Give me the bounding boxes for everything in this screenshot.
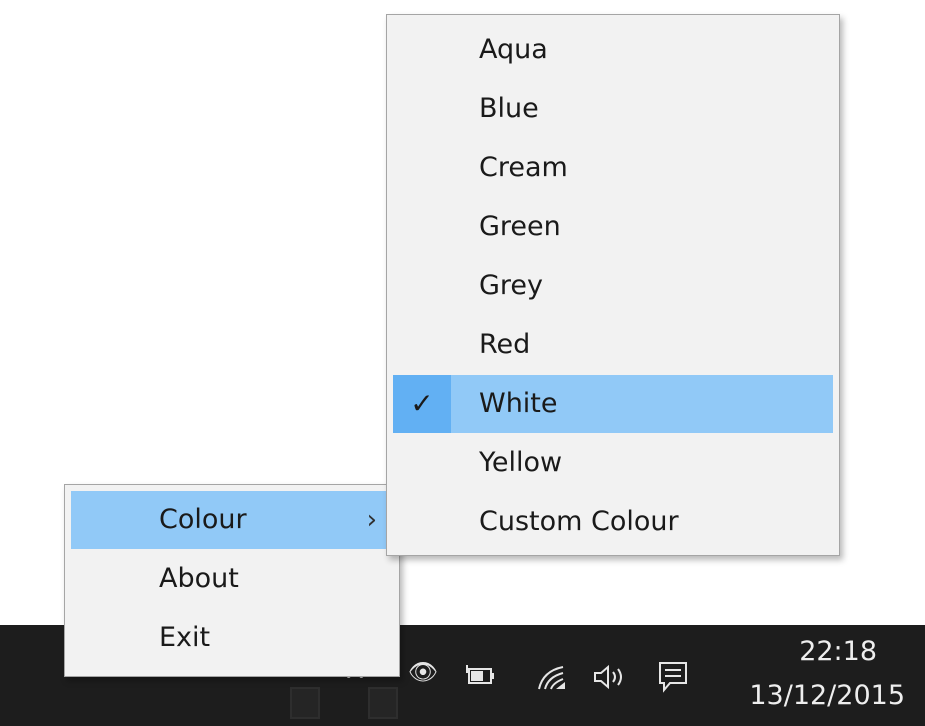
colour-option-custom[interactable]: Custom Colour [393, 493, 833, 551]
colour-option-label: Green [479, 211, 561, 242]
volume-icon[interactable] [592, 663, 628, 698]
menu-item-exit[interactable]: Exit [71, 609, 393, 667]
clock-time: 22:18 [799, 636, 877, 667]
menu-item-label: Colour [159, 504, 247, 535]
colour-option-label: Yellow [479, 447, 563, 478]
checkmark-icon: ✓ [393, 375, 451, 433]
battery-power-icon[interactable] [463, 663, 497, 696]
action-center-icon[interactable] [656, 661, 690, 700]
colour-option-red[interactable]: Red [393, 316, 833, 374]
colour-option-grey[interactable]: Grey [393, 257, 833, 315]
colour-option-aqua[interactable]: Aqua [393, 21, 833, 79]
clock-date: 13/12/2015 [749, 680, 905, 711]
colour-option-label: Custom Colour [479, 506, 679, 537]
taskbar-app-ghost [290, 687, 320, 719]
colour-option-label: White [479, 388, 558, 419]
tray-context-menu: Colour › About Exit [64, 484, 400, 677]
taskbar-app-ghost [368, 687, 398, 719]
desktop: ^ 👁 22:18 13/12/2015 Colour › About Exit… [0, 0, 925, 726]
colour-option-label: Blue [479, 93, 539, 124]
eye-icon[interactable]: 👁 [404, 657, 442, 687]
menu-item-about[interactable]: About [71, 550, 393, 608]
colour-option-green[interactable]: Green [393, 198, 833, 256]
colour-option-cream[interactable]: Cream [393, 139, 833, 197]
colour-option-label: Grey [479, 270, 544, 301]
wifi-icon[interactable] [534, 663, 570, 698]
colour-option-yellow[interactable]: Yellow [393, 434, 833, 492]
menu-item-label: Exit [159, 622, 211, 653]
colour-option-label: Aqua [479, 34, 548, 65]
taskbar-clock[interactable]: 22:18 13/12/2015 [705, 625, 905, 726]
menu-item-colour[interactable]: Colour › [71, 491, 393, 549]
colour-option-blue[interactable]: Blue [393, 80, 833, 138]
colour-option-label: Cream [479, 152, 568, 183]
menu-item-label: About [159, 563, 239, 594]
colour-option-label: Red [479, 329, 531, 360]
colour-option-white[interactable]: ✓ White [393, 375, 833, 433]
chevron-right-icon: › [366, 505, 377, 535]
colour-submenu: Aqua Blue Cream Green Grey Red ✓ White Y… [386, 14, 840, 556]
